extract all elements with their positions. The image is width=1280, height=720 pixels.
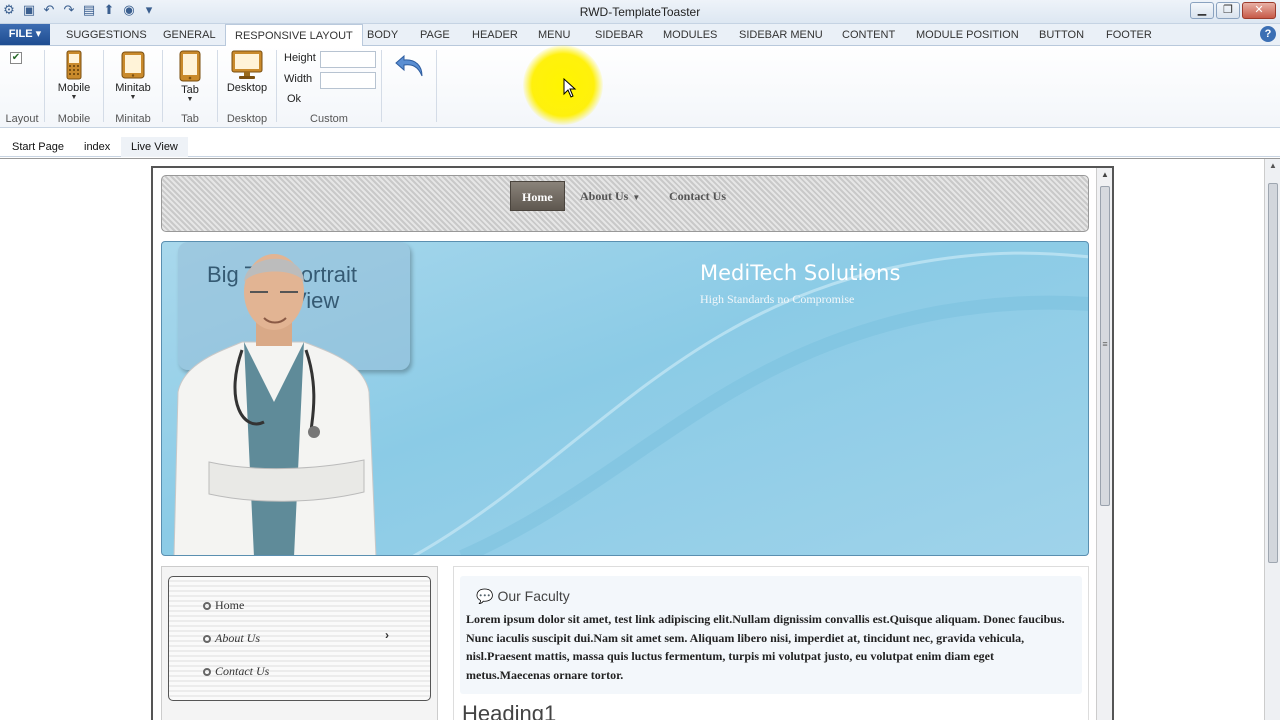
tab-sidebar-menu[interactable]: SIDEBAR MENU — [739, 24, 823, 46]
desktop-button[interactable]: Desktop — [224, 50, 270, 94]
mobile-group-label: Mobile — [57, 113, 91, 125]
mobile-button[interactable]: Mobile ▼ — [53, 50, 95, 102]
minitab-group: Minitab ▼ Minitab — [104, 46, 162, 128]
tablet-icon — [179, 50, 201, 82]
content-title: 💬 Our Faculty — [476, 588, 570, 604]
desktop-monitor-icon — [231, 50, 263, 79]
content-body: Lorem ipsum dolor sit amet, test link ad… — [466, 612, 1065, 682]
mobile-button-label: Mobile — [57, 82, 91, 94]
content-block: 💬 Our Faculty Lorem ipsum dolor sit amet,… — [460, 576, 1082, 694]
heading-1: Heading1 — [462, 701, 557, 720]
grip-icon: ≡ — [1102, 339, 1108, 349]
custom-group-label: Custom — [310, 113, 348, 125]
ribbon-separator — [381, 50, 382, 122]
menu-item-contact[interactable]: Contact Us — [669, 181, 726, 211]
site-menu-bar: Home About Us ▼ Contact Us — [161, 175, 1089, 232]
tab-page[interactable]: PAGE — [420, 24, 450, 46]
help-icon[interactable]: ? — [1260, 26, 1276, 42]
desktop-group: Desktop Desktop — [218, 46, 276, 128]
scroll-up-icon[interactable]: ▲ — [1097, 170, 1112, 179]
company-tagline: High Standards no Compromise — [700, 292, 855, 306]
chevron-down-icon: ▼ — [70, 94, 78, 101]
tab-modules[interactable]: MODULES — [663, 24, 717, 46]
maximize-button[interactable]: ❐ — [1216, 2, 1240, 19]
ribbon-separator — [436, 50, 437, 122]
bullet-icon — [203, 668, 211, 676]
desktop-button-label: Desktop — [226, 82, 268, 94]
menu-item-home[interactable]: Home — [510, 181, 565, 211]
document-tab-bar: Start Page index Live View — [0, 137, 1280, 157]
window-title: RWD-TemplateToaster — [579, 5, 701, 19]
tab-menu[interactable]: MENU — [538, 24, 570, 46]
menu-item-about[interactable]: About Us ▼ — [580, 181, 640, 211]
sidebar-menu: Home About Us › Contact Us — [168, 576, 431, 701]
tab-suggestions[interactable]: SUGGESTIONS — [66, 24, 147, 46]
tab-group-label: Tab — [181, 113, 199, 125]
close-button[interactable]: ✕ — [1242, 2, 1276, 19]
title-bar: ⚙ ▣ ↶ ↷ ▤ ⬆ ◉ ▾ RWD-TemplateToaster ▁ ❐ … — [0, 0, 1280, 24]
sidebar: Home About Us › Contact Us — [161, 566, 438, 720]
scroll-up-icon[interactable]: ▲ — [1265, 161, 1280, 170]
tab-module-position[interactable]: MODULE POSITION — [916, 24, 1019, 46]
width-label: Width — [284, 73, 313, 85]
layout-checkbox[interactable]: ✔ — [10, 52, 22, 64]
mobile-phone-icon — [66, 50, 82, 80]
minitab-device-icon — [121, 51, 145, 79]
sidebar-item-home[interactable]: Home — [203, 598, 244, 613]
minitab-group-label: Minitab — [115, 113, 151, 125]
doc-tab-live-view[interactable]: Live View — [121, 137, 188, 157]
tab-sidebar[interactable]: SIDEBAR — [595, 24, 643, 46]
tab-header[interactable]: HEADER — [472, 24, 518, 46]
layout-group: ✔ Layout — [0, 46, 44, 128]
minimize-button[interactable]: ▁ — [1190, 2, 1214, 19]
doc-tab-index[interactable]: index — [84, 137, 110, 157]
rotate-view-button[interactable] — [394, 52, 426, 80]
preview-canvas: Home About Us▼ Contact Us Big Tab Portra… — [0, 158, 1280, 720]
rotate-arrow-icon — [395, 54, 423, 77]
tab-content[interactable]: CONTENT — [842, 24, 895, 46]
tab-button[interactable]: BUTTON — [1039, 24, 1084, 46]
tab-button-label: Tab — [181, 84, 199, 96]
ok-button[interactable]: Ok — [287, 93, 301, 105]
width-input[interactable] — [320, 72, 376, 89]
mouse-cursor-icon — [563, 78, 577, 98]
tab-responsive-layout[interactable]: RESPONSIVE LAYOUT — [225, 24, 363, 46]
height-label: Height — [284, 52, 316, 64]
website-preview: Home About Us▼ Contact Us Big Tab Portra… — [151, 166, 1114, 720]
company-name: MediTech Solutions — [700, 261, 901, 285]
bullet-icon — [203, 602, 211, 610]
doc-tab-start-page[interactable]: Start Page — [12, 137, 64, 157]
desktop-group-label: Desktop — [226, 113, 268, 125]
chevron-down-icon: ▼ — [186, 96, 194, 103]
custom-group: Height Width Ok Custom — [277, 46, 381, 128]
chevron-down-icon: ▼ — [632, 193, 641, 202]
mobile-group: Mobile ▼ Mobile — [45, 46, 103, 128]
tab-general[interactable]: GENERAL — [163, 24, 216, 46]
speech-bubble-icon: 💬 — [476, 588, 494, 604]
tab-device-button[interactable]: Tab ▼ — [171, 50, 209, 104]
bullet-icon — [203, 635, 211, 643]
minitab-button[interactable]: Minitab ▼ — [110, 50, 156, 102]
sidebar-item-contact[interactable]: Contact Us — [203, 664, 269, 679]
tab-footer[interactable]: FOOTER — [1106, 24, 1152, 46]
tab-body[interactable]: BODY — [367, 24, 398, 46]
layout-group-label: Layout — [5, 113, 39, 125]
content-area: 💬 Our Faculty Lorem ipsum dolor sit amet,… — [453, 566, 1089, 720]
ribbon-tab-bar: FILE ▾ SUGGESTIONS GENERAL RESPONSIVE LA… — [0, 24, 1280, 46]
scroll-thumb[interactable] — [1268, 183, 1278, 563]
minitab-button-label: Minitab — [115, 82, 151, 94]
sidebar-item-about[interactable]: About Us — [203, 631, 260, 646]
canvas-scrollbar[interactable]: ▲ — [1264, 159, 1280, 720]
ribbon-panel: ✔ Layout Mobile ▼ Mobile Minitab ▼ Minit… — [0, 46, 1280, 128]
preview-scrollbar[interactable]: ▲ ≡ — [1096, 168, 1112, 720]
hero-banner: Big Tab Portrait View MediTech Solutions… — [161, 241, 1089, 556]
chevron-right-icon[interactable]: › — [385, 628, 389, 642]
file-menu-button[interactable]: FILE ▾ — [0, 24, 50, 45]
chevron-down-icon: ▼ — [129, 94, 137, 101]
height-input[interactable] — [320, 51, 376, 68]
tab-group: Tab ▼ Tab — [163, 46, 217, 128]
doctor-image — [173, 254, 377, 555]
